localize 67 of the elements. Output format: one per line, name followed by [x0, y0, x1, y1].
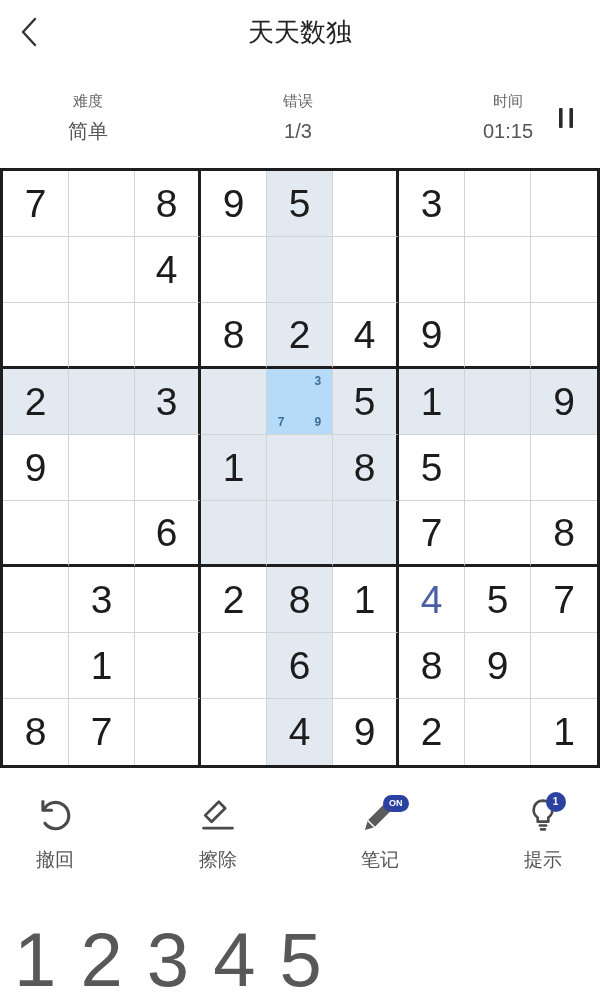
notes-button[interactable]: ON 笔记	[325, 788, 435, 874]
notes-on-badge: ON	[383, 795, 409, 812]
grid-cell[interactable]: 9	[531, 369, 597, 435]
number-key[interactable]: 2	[68, 920, 135, 1000]
stat-value: 1/3	[284, 119, 312, 143]
grid-cell[interactable]: 1	[333, 567, 399, 633]
grid-cell[interactable]: 2	[201, 567, 267, 633]
stat-label: 错误	[283, 91, 313, 111]
chevron-left-icon	[20, 17, 38, 47]
stat-label: 时间	[493, 91, 523, 111]
grid-cell[interactable]	[135, 567, 201, 633]
grid-cell[interactable]: 2	[267, 303, 333, 369]
grid-cell[interactable]: 4	[399, 567, 465, 633]
pause-button[interactable]	[556, 107, 576, 129]
grid-cell[interactable]: 1	[399, 369, 465, 435]
pencil-mark: 3	[313, 374, 323, 389]
pause-icon	[556, 107, 576, 129]
grid-cell[interactable]: 6	[267, 633, 333, 699]
grid-cell[interactable]: 9	[3, 435, 69, 501]
grid-cell[interactable]	[135, 633, 201, 699]
grid-cell[interactable]	[333, 171, 399, 237]
grid-cell[interactable]	[333, 633, 399, 699]
grid-cell[interactable]: 2	[3, 369, 69, 435]
number-key[interactable]: 1	[2, 920, 69, 1000]
stat-value: 简单	[68, 119, 108, 143]
grid-cell[interactable]	[135, 435, 201, 501]
grid-cell[interactable]: 8	[201, 303, 267, 369]
undo-button[interactable]: 撤回	[0, 788, 110, 874]
grid-cell[interactable]: 3 7 9	[267, 369, 333, 435]
pencil-mark: 9	[313, 414, 323, 429]
grid-cell[interactable]: 7	[399, 501, 465, 567]
grid-cell[interactable]: 3	[69, 567, 135, 633]
page-title: 天天数独	[248, 15, 352, 49]
hint-button[interactable]: 1 提示	[487, 788, 598, 874]
grid-cell[interactable]: 3	[399, 171, 465, 237]
eraser-icon	[201, 799, 234, 831]
number-key[interactable]: 3	[134, 920, 202, 1000]
grid-cell[interactable]: 1	[69, 633, 135, 699]
grid-cell[interactable]: 9	[399, 303, 465, 369]
grid-cell[interactable]: 5	[333, 369, 399, 435]
grid-cell[interactable]: 8	[333, 435, 399, 501]
stat-value: 01:15	[482, 119, 534, 143]
number-key[interactable]: 4	[201, 920, 268, 1000]
grid-cell[interactable]: 4	[333, 303, 399, 369]
grid-cell[interactable]: 5	[399, 435, 465, 501]
grid-cell[interactable]: 4	[135, 237, 201, 303]
pencil-mark: 7	[276, 414, 286, 429]
grid-cell[interactable]	[135, 303, 201, 369]
erase-button[interactable]: 擦除	[162, 788, 273, 874]
grid-cell[interactable]: 5	[267, 171, 333, 237]
grid-cell[interactable]: 5	[465, 567, 531, 633]
grid-cell[interactable]: 9	[201, 171, 267, 237]
grid-cell[interactable]: 4	[267, 699, 333, 765]
grid-cell[interactable]: 8	[267, 567, 333, 633]
grid-cell[interactable]: 9	[465, 633, 531, 699]
grid-cell[interactable]: 8	[135, 171, 201, 237]
grid-cell[interactable]: 8	[399, 633, 465, 699]
grid-cell[interactable]: 7	[3, 171, 69, 237]
grid-cell[interactable]: 6	[135, 501, 201, 567]
grid-cell[interactable]: 1	[201, 435, 267, 501]
grid-cell[interactable]	[333, 237, 399, 303]
grid-cell[interactable]: 3	[135, 369, 201, 435]
number-key[interactable]: 5	[267, 920, 334, 1000]
grid-cell[interactable]	[333, 501, 399, 567]
stat-label: 难度	[73, 91, 103, 111]
hint-count-badge: 1	[545, 792, 566, 812]
undo-icon	[39, 799, 71, 831]
